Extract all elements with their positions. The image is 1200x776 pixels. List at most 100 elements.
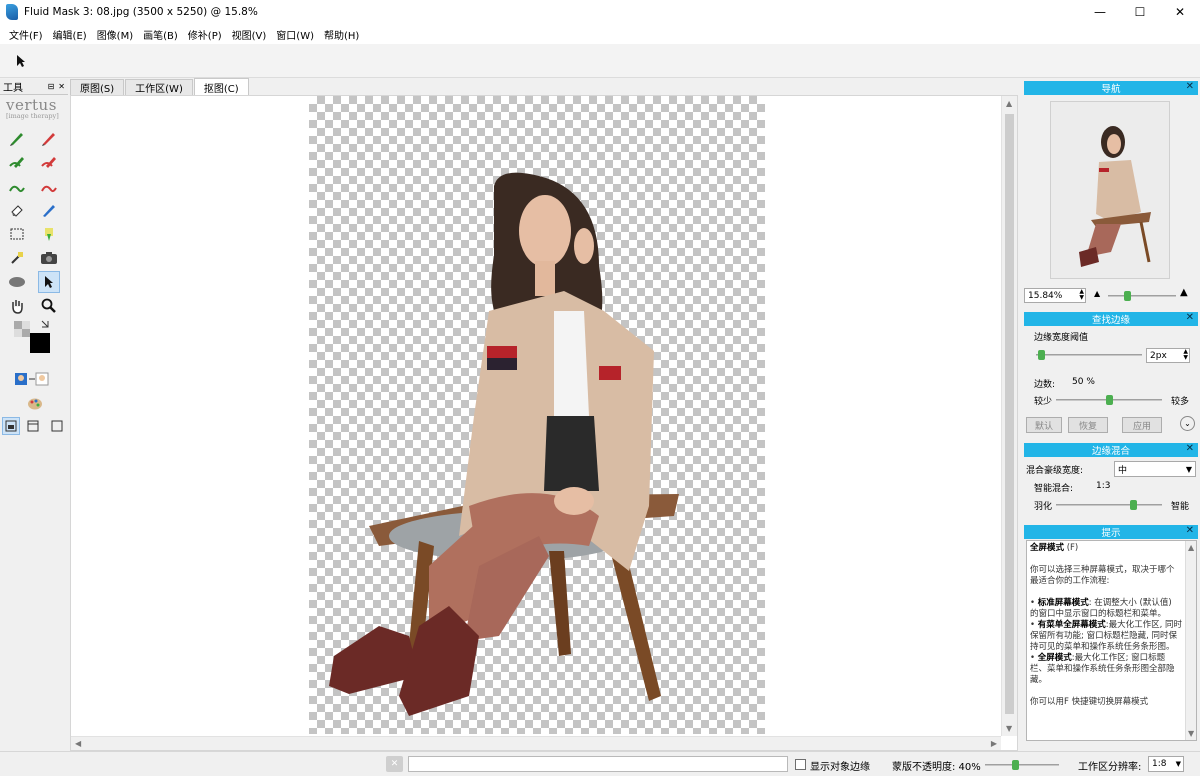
tools-panel: 工具 ⊟ ✕ vertus [image therapy] [0,79,68,751]
color-swatch-icon[interactable] [10,319,56,355]
smudge-icon[interactable] [6,271,28,293]
zoom-in-icon[interactable]: ▲ [1180,287,1188,298]
vertical-scrollbar[interactable]: ▲ ▼ [1001,96,1017,736]
red-brush-icon[interactable] [38,127,60,149]
menu-view[interactable]: 视图(V) [227,27,272,42]
less-label: 较少 [1034,397,1053,407]
restore-button[interactable]: 恢复 [1068,417,1108,433]
red-fill-brush-icon[interactable] [38,175,60,197]
resolution-select[interactable]: 1:8 ▼ [1148,756,1184,772]
status-stop-icon[interactable]: ✕ [386,756,403,772]
eraser-icon[interactable] [6,199,28,221]
transparent-canvas[interactable] [309,96,765,734]
default-button[interactable]: 默认 [1026,417,1062,433]
status-bar: ✕ 显示对象边缘 蒙版不透明度: 40% 工作区分辨率: 1:8 ▼ [0,751,1200,776]
scroll-right-icon[interactable]: ▶ [991,739,997,748]
zoom-out-icon[interactable]: ▲ [1094,289,1100,298]
menu-file[interactable]: 文件(F) [4,27,48,42]
swap-images-icon[interactable] [14,369,50,389]
pointer-tool-icon[interactable] [38,271,60,293]
close-icon[interactable]: ✕ [58,82,65,91]
find-edges-title: 查找边缘 [1091,315,1130,326]
rect-select-icon[interactable] [6,223,28,245]
edge-blend-title: 边缘混合 [1091,446,1130,457]
find-edges-panel: 查找边缘 ✕ 边缘宽度阈值 2px ▲ ▼ 边数: 50 % 较少 较多 默认 恢复 … [1024,312,1198,440]
feather-slider[interactable] [1056,500,1162,510]
hints-scrollbar[interactable]: ▲ ▼ [1185,541,1196,740]
magic-wand-icon[interactable] [6,247,28,269]
menu-help[interactable]: 帮助(H) [319,27,364,42]
hand-icon[interactable] [6,295,28,317]
close-button[interactable]: ✕ [1160,0,1200,24]
vertical-scroll-thumb[interactable] [1005,114,1014,714]
expand-chevron-icon[interactable]: ⌄ [1180,416,1195,431]
tab-workspace[interactable]: 工作区(W) [125,79,193,95]
view-mode-standard-icon[interactable] [2,417,20,435]
tab-cutout[interactable]: 抠图(C) [193,78,249,95]
red-pattern-brush-icon[interactable] [38,151,60,173]
fill-bucket-icon[interactable] [38,223,60,245]
navigator-close-icon[interactable]: ✕ [1186,81,1194,92]
window-title: Fluid Mask 3: 08.jpg (3500 x 5250) @ 15.… [24,6,258,18]
blend-width-select[interactable]: 中 ▼ [1114,461,1196,477]
hints-panel: 提示 ✕ 全屏模式 (F) 你可以选择三种屏幕模式，取决于哪个最适合你的工作流程:… [1024,525,1198,747]
menu-edit[interactable]: 编辑(E) [48,27,92,42]
more-label: 较多 [1171,397,1190,407]
toolbar [0,44,1200,78]
show-edges-checkbox[interactable] [795,759,806,770]
minimize-button[interactable]: — [1080,0,1120,24]
green-pattern-brush-icon[interactable] [6,151,28,173]
vertus-logo: vertus [image therapy] [6,96,59,120]
edge-blend-close-icon[interactable]: ✕ [1186,443,1194,454]
scroll-left-icon[interactable]: ◀ [75,739,81,748]
edge-count-slider[interactable] [1056,395,1162,405]
blend-width-label: 混合豪级宽度: [1026,466,1084,476]
menu-brush[interactable]: 画笔(B) [138,27,183,42]
edge-count-label: 边数: [1034,380,1056,390]
zoom-icon[interactable] [38,295,60,317]
horizontal-scrollbar[interactable]: ◀ ▶ [71,736,1001,750]
pointer-arrow-icon[interactable] [16,54,26,72]
scroll-down-icon[interactable]: ▼ [1006,724,1012,733]
find-edges-close-icon[interactable]: ✕ [1186,312,1194,323]
scroll-up-icon[interactable]: ▲ [1006,99,1012,108]
palette-icon[interactable] [24,393,46,415]
app-logo-icon [6,4,18,20]
green-brush-icon[interactable] [6,127,28,149]
progress-field [408,756,788,772]
threshold-slider[interactable] [1036,350,1142,360]
hints-close-icon[interactable]: ✕ [1186,525,1194,536]
apply-button[interactable]: 应用 [1122,417,1162,433]
menu-bar: 文件(F) 编辑(E) 图像(M) 画笔(B) 修补(P) 视图(V) 窗口(W… [0,24,1200,44]
camera-icon[interactable] [38,247,60,269]
view-mode-full-icon[interactable] [48,417,66,435]
resolution-label: 工作区分辨率: [1078,762,1142,773]
feather-label: 羽化 [1034,502,1053,512]
menu-image[interactable]: 图像(M) [92,27,138,42]
tools-panel-header: 工具 ⊟ ✕ [0,79,68,95]
hint-heading-key: (F) [1066,543,1079,553]
zoom-slider[interactable] [1108,291,1176,301]
smart-blend-label: 智能混合: [1034,484,1074,494]
hint-b1: 标准屏幕模式 [1037,598,1089,608]
green-fill-brush-icon[interactable] [6,175,28,197]
threshold-spinbox[interactable]: 2px ▲ ▼ [1146,348,1190,363]
hint-p1: 你可以选择三种屏幕模式，取决于哪个最适合你的工作流程: [1030,565,1175,586]
hints-title: 提示 [1101,528,1121,539]
menu-window[interactable]: 窗口(W) [271,27,319,42]
hint-p2: 你可以用F 快捷键切换屏幕模式 [1030,697,1149,707]
zoom-spinbox[interactable]: 15.84% ▲ ▼ [1024,288,1086,303]
navigator-thumbnail[interactable] [1050,101,1170,279]
tab-original[interactable]: 原图(S) [70,79,125,95]
pin-icon[interactable]: ⊟ [48,82,55,91]
title-bar: Fluid Mask 3: 08.jpg (3500 x 5250) @ 15.… [0,0,1200,24]
view-mode-menu-icon[interactable] [24,417,42,435]
canvas-area[interactable]: ▲ ▼ ◀ ▶ [70,95,1018,751]
navigator-title: 导航 [1101,84,1121,95]
menu-patch[interactable]: 修补(P) [183,27,227,42]
blue-brush-icon[interactable] [38,199,60,221]
hints-textbox[interactable]: 全屏模式 (F) 你可以选择三种屏幕模式，取决于哪个最适合你的工作流程: • 标… [1026,540,1197,741]
maximize-button[interactable]: ☐ [1120,0,1160,24]
tools-panel-title: 工具 [3,83,23,94]
mask-opacity-slider[interactable] [985,760,1059,770]
